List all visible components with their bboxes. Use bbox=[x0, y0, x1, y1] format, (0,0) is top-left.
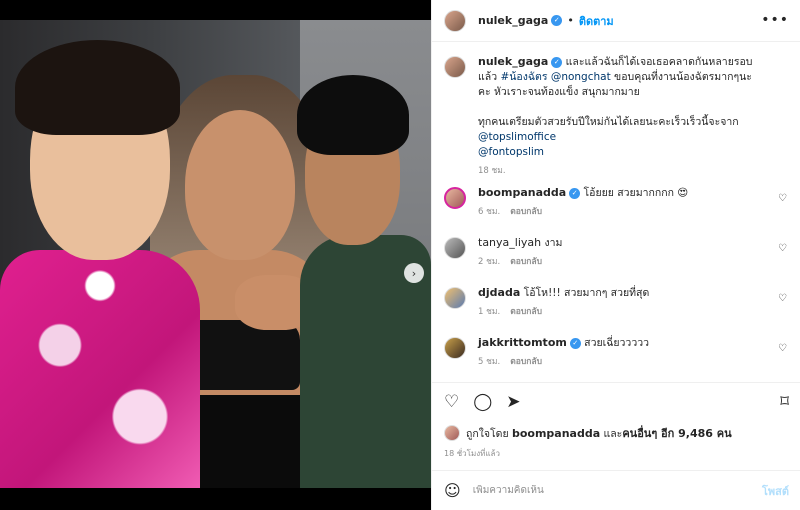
likes-summary: ถูกใจโดย boompanadda และคนอื่นๆ อีก 9,48… bbox=[444, 424, 732, 442]
caption-username[interactable]: nulek_gaga bbox=[478, 55, 548, 68]
caption-body: nulek_gaga ✓ และแล้วฉันก็ได้เจอเธอคลาดกัน… bbox=[478, 54, 763, 179]
comment-body: boompanadda ✓ โอ้ยยย สวยมากกกก 😍 6 ชม. ตอบ… bbox=[478, 185, 763, 220]
hashtag-link[interactable]: #น้องฉัตร bbox=[500, 71, 547, 83]
comment-body: djdada โอ้โห!!! สวยมากๆ สวยที่สุด 1 ชม. ต… bbox=[478, 285, 763, 320]
comment-text: โอ้โห!!! สวยมากๆ สวยที่สุด bbox=[520, 287, 650, 299]
reply-button[interactable]: ตอบกลับ bbox=[510, 307, 542, 317]
comment-item: djdada โอ้โห!!! สวยมากๆ สวยที่สุด 1 ชม. ต… bbox=[444, 285, 789, 320]
reply-button[interactable]: ตอบกลับ bbox=[510, 357, 542, 367]
caption-item: nulek_gaga ✓ และแล้วฉันก็ได้เจอเธอคลาดกัน… bbox=[444, 54, 789, 179]
comment-meta: 2 ชม. ตอบกลับ bbox=[478, 255, 763, 270]
heart-icon[interactable]: ♡ bbox=[778, 343, 787, 354]
verified-badge-icon: ✓ bbox=[551, 56, 563, 68]
likes-count-link[interactable]: คนอื่นๆ อีก 9,486 คน bbox=[622, 427, 731, 440]
heart-icon[interactable]: ♡ bbox=[444, 394, 459, 411]
comment-meta: 5 ชม. ตอบกลับ bbox=[478, 355, 763, 370]
comment-item: jakkrittomtom ✓ สวยเฉี่ยววววว 5 ชม. ตอบกลั… bbox=[444, 335, 789, 370]
comment-time: 5 ชม. bbox=[478, 357, 501, 367]
photo-top-letterbox bbox=[0, 0, 431, 20]
post-comment-button[interactable]: โพสต์ bbox=[762, 482, 789, 500]
comment-text: โอ้ยยย สวยมากกกก 😍 bbox=[580, 187, 689, 199]
heart-icon[interactable]: ♡ bbox=[778, 193, 787, 204]
comment-text: สวยเฉี่ยววววว bbox=[580, 337, 650, 349]
comment-composer: ☺ โพสต์ bbox=[432, 470, 800, 510]
comment-username[interactable]: boompanadda bbox=[478, 186, 566, 199]
follow-button[interactable]: ติดตาม bbox=[579, 12, 614, 30]
mention-link[interactable]: @fontopslim bbox=[478, 145, 763, 160]
liker-username[interactable]: boompanadda bbox=[512, 427, 600, 440]
chevron-right-icon[interactable]: › bbox=[404, 263, 424, 283]
post-actions-bar: ♡ ◯ ➤ ⌑ bbox=[432, 382, 800, 422]
photo-figure-left-shirt bbox=[0, 250, 200, 488]
verified-badge-icon: ✓ bbox=[569, 187, 581, 199]
verified-badge-icon: ✓ bbox=[569, 337, 581, 349]
photo-bottom-letterbox bbox=[0, 488, 431, 510]
likes-text: ถูกใจโดย boompanadda และคนอื่นๆ อีก 9,48… bbox=[466, 424, 732, 442]
commenter-avatar[interactable] bbox=[444, 287, 466, 309]
photo-figure-right-hair bbox=[297, 75, 409, 155]
photo-figure-center-face bbox=[185, 110, 295, 260]
bookmark-icon[interactable]: ⌑ bbox=[780, 394, 789, 411]
reply-button[interactable]: ตอบกลับ bbox=[510, 207, 542, 217]
comment-meta: 1 ชม. ตอบกลับ bbox=[478, 305, 763, 320]
comment-username[interactable]: djdada bbox=[478, 286, 520, 299]
post-details-panel: nulek_gaga ✓ • ติดตาม ••• nulek_gaga ✓ แล… bbox=[431, 0, 800, 510]
commenter-avatar[interactable] bbox=[444, 337, 466, 359]
reply-button[interactable]: ตอบกลับ bbox=[510, 257, 542, 267]
comment-text: งาม bbox=[541, 237, 563, 249]
heart-icon[interactable]: ♡ bbox=[778, 293, 787, 304]
comment-item: boompanadda ✓ โอ้ยยย สวยมากกกก 😍 6 ชม. ตอบ… bbox=[444, 185, 789, 220]
likes-prefix: ถูกใจโดย bbox=[466, 428, 512, 440]
heart-icon[interactable]: ♡ bbox=[778, 243, 787, 254]
separator-dot: • bbox=[567, 14, 574, 27]
comment-meta: 6 ชม. ตอบกลับ bbox=[478, 205, 763, 220]
commenter-avatar[interactable] bbox=[444, 237, 466, 259]
mention-link[interactable]: @nongchat bbox=[551, 71, 611, 83]
comment-item: tanya_liyah งาม 2 ชม. ตอบกลับ ♡ bbox=[444, 235, 789, 270]
post-header: nulek_gaga ✓ • ติดตาม ••• bbox=[432, 0, 800, 42]
comment-time: 2 ชม. bbox=[478, 257, 501, 267]
comment-username[interactable]: tanya_liyah bbox=[478, 236, 541, 249]
emoji-icon[interactable]: ☺ bbox=[444, 481, 461, 500]
comment-body: tanya_liyah งาม 2 ชม. ตอบกลับ bbox=[478, 235, 763, 270]
comments-list[interactable]: nulek_gaga ✓ และแล้วฉันก็ได้เจอเธอคลาดกัน… bbox=[432, 42, 800, 382]
comment-username[interactable]: jakkrittomtom bbox=[478, 336, 567, 349]
comment-icon[interactable]: ◯ bbox=[473, 394, 492, 411]
comment-input[interactable] bbox=[472, 485, 743, 496]
share-icon[interactable]: ➤ bbox=[506, 394, 520, 411]
instagram-post-window: › nulek_gaga ✓ • ติดตาม ••• nulek_gaga ✓ … bbox=[0, 0, 800, 510]
caption-text: ทุกคนเตรียมตัวสวยรับปีใหม่กันได้เลยนะคะเ… bbox=[478, 116, 739, 128]
author-avatar[interactable] bbox=[444, 9, 466, 32]
post-time-ago[interactable]: 18 ชั่วโมงที่แล้ว bbox=[444, 447, 500, 460]
caption-time: 18 ชม. bbox=[478, 166, 506, 176]
mention-link[interactable]: @topslimoffice bbox=[478, 130, 763, 145]
more-options-icon[interactable]: ••• bbox=[761, 12, 789, 28]
comment-body: jakkrittomtom ✓ สวยเฉี่ยววววว 5 ชม. ตอบกลั… bbox=[478, 335, 763, 370]
comment-time: 1 ชม. bbox=[478, 307, 501, 317]
post-photo[interactable]: › bbox=[0, 20, 431, 488]
likes-mid: และ bbox=[600, 428, 623, 440]
author-avatar[interactable] bbox=[444, 56, 466, 78]
commenter-avatar[interactable] bbox=[444, 187, 466, 209]
comment-time: 6 ชม. bbox=[478, 207, 501, 217]
verified-badge-icon: ✓ bbox=[551, 15, 563, 26]
photo-figure-left-hair bbox=[15, 40, 180, 135]
liker-avatar[interactable] bbox=[444, 425, 460, 441]
author-username[interactable]: nulek_gaga bbox=[478, 14, 548, 27]
